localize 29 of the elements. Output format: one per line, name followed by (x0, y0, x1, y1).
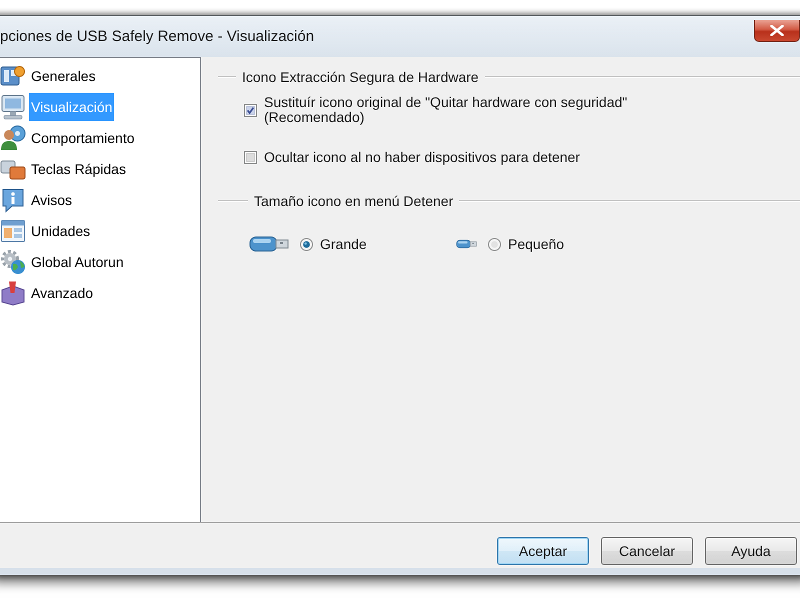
checkbox[interactable] (244, 151, 257, 164)
window-title: pciones de USB Safely Remove - Visualización (0, 27, 314, 47)
checkbox[interactable] (244, 104, 257, 116)
dialog-button[interactable]: Ayuda (705, 537, 797, 565)
checkbox-label: Sustituír icono original de "Quitar hardware con seguridad" (Recomendado) (264, 95, 628, 125)
sidebar-item[interactable]: Unidades (29, 216, 92, 244)
gear-globe-icon (0, 248, 26, 274)
monitor-icon (0, 94, 26, 120)
group-title: Tamaño icono en menú Detener (253, 193, 454, 209)
box-icon (0, 280, 26, 306)
window-icon (0, 218, 26, 244)
dialog-button[interactable]: Aceptar (497, 537, 589, 565)
radio-label: Grande (320, 236, 367, 252)
checkbox-label: Ocultar icono al no haber dispositivos para detener (264, 150, 580, 165)
radio-button[interactable] (488, 238, 501, 250)
dialog-button[interactable]: Cancelar (601, 537, 693, 565)
sidebar-item[interactable]: Global Autorun (29, 248, 126, 276)
sidebar-item[interactable]: Avisos (29, 186, 74, 214)
usb-drive-icon (456, 238, 477, 250)
radio-button[interactable] (300, 238, 313, 250)
group-title: Icono Extracción Segura de Hardware (241, 69, 480, 85)
sidebar-item[interactable]: Comportamiento (29, 124, 136, 152)
radio-label: Pequeño (508, 236, 564, 252)
sidebar-item[interactable]: Teclas Rápidas (29, 154, 128, 182)
sidebar-item[interactable]: Avanzado (29, 278, 96, 306)
person-gear-icon (0, 124, 26, 150)
sidebar-item[interactable]: Generales (29, 62, 98, 90)
close-button[interactable] (754, 20, 800, 42)
close-icon (770, 25, 784, 36)
